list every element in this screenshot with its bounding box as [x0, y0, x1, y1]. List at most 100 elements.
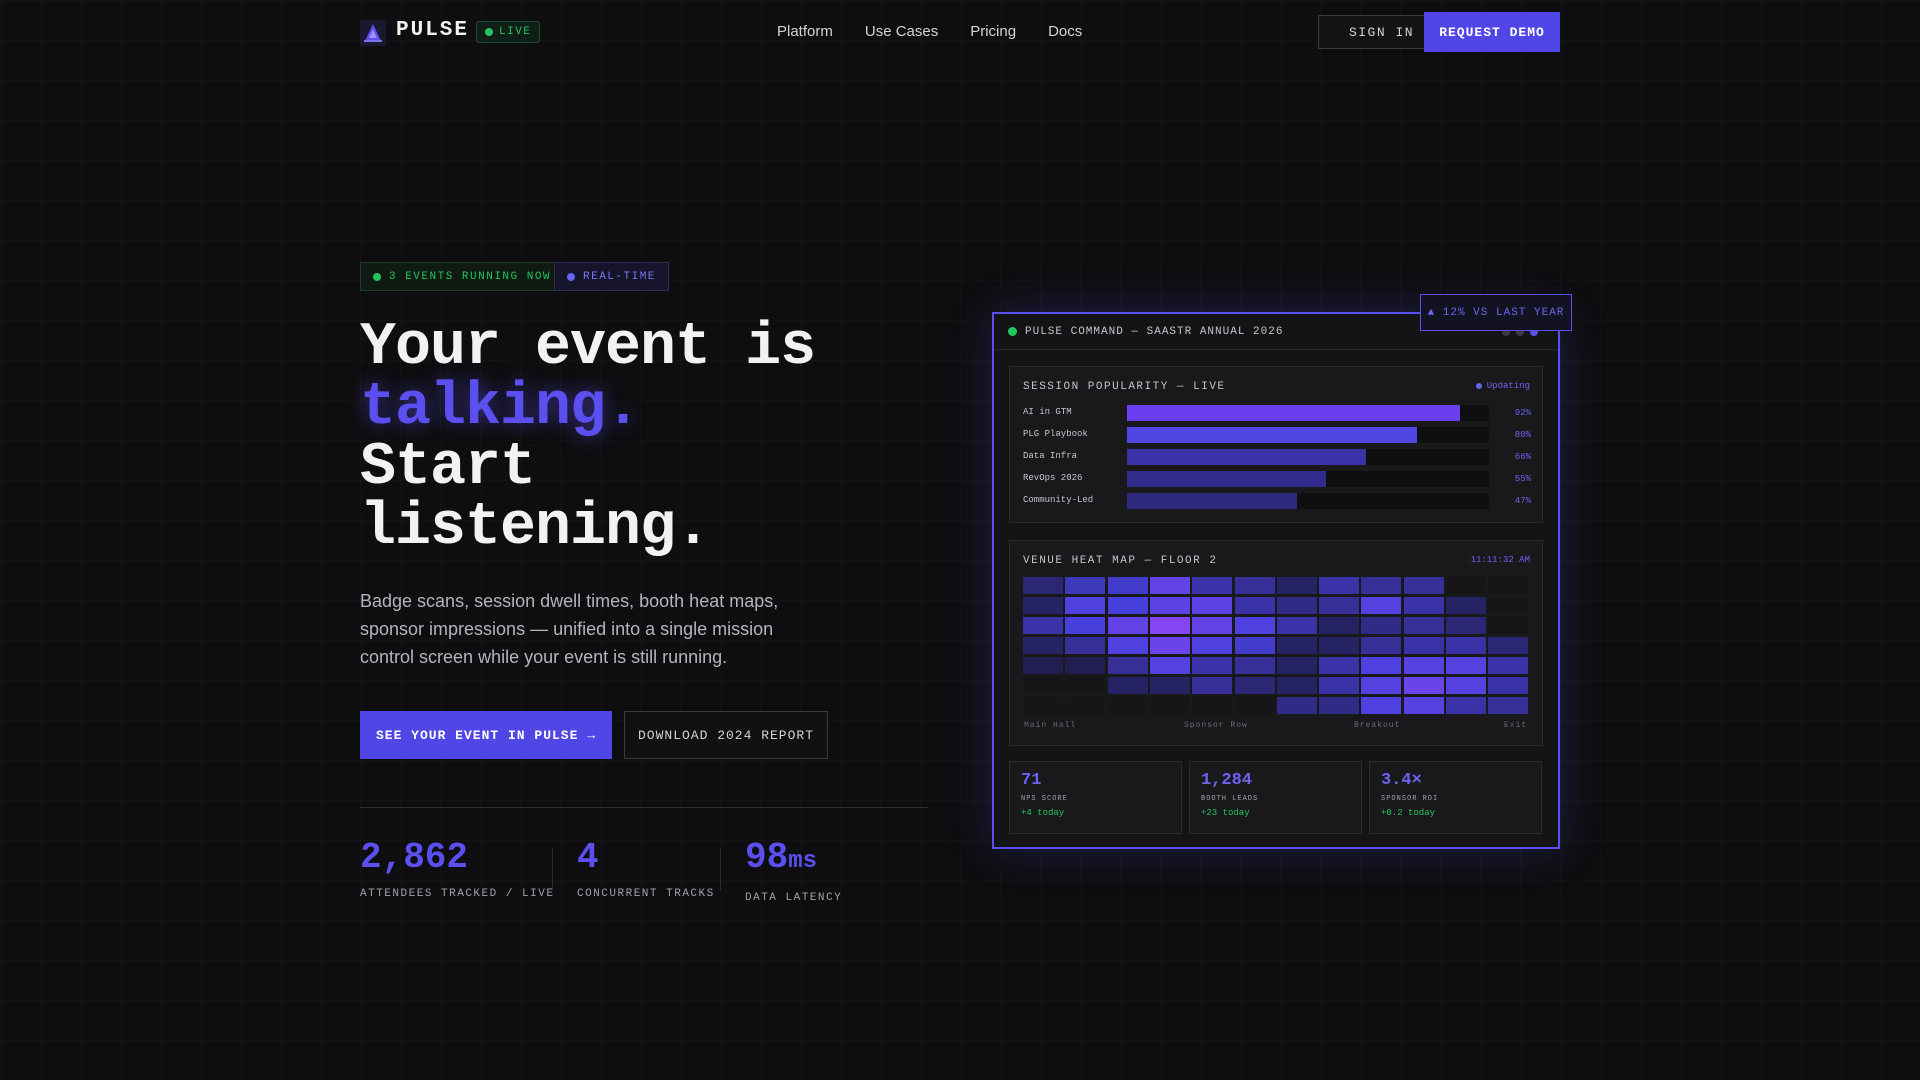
session-bar-row: PLG Playbook 80% [1023, 427, 1531, 443]
session-pct: 92% [1514, 408, 1531, 418]
stats-divider [360, 807, 928, 808]
heatmap-cell [1276, 597, 1317, 614]
download-report-button[interactable]: DOWNLOAD 2024 REPORT [624, 711, 828, 759]
sponsor-roi-label: SPONSOR ROI [1381, 795, 1439, 803]
heatmap-cell [1107, 697, 1148, 714]
heatmap-cell [1107, 637, 1148, 654]
heatmap-cell [1276, 577, 1317, 594]
headline-line-4: listening. [360, 494, 711, 562]
heatmap-cell [1446, 697, 1486, 714]
heatmap-cell [1149, 677, 1190, 694]
heatmap-cell [1065, 577, 1106, 594]
headline-line-3: Start [360, 434, 536, 502]
yoy-growth-badge: ▲ 12% VS LAST YEAR [1420, 294, 1572, 331]
heatmap-cell [1319, 577, 1360, 594]
nps-label: NPS SCORE [1021, 795, 1068, 803]
zone-label: Sponsor Row [1184, 721, 1248, 730]
heatmap-cell [1319, 597, 1360, 614]
sponsor-roi-card: 3.4× SPONSOR ROI +0.2 today [1369, 761, 1542, 834]
zone-label: Main Hall [1024, 721, 1077, 730]
heatmap-cell [1488, 637, 1529, 654]
nav-link-pricing[interactable]: Pricing [970, 23, 1016, 40]
heatmap-cell [1065, 657, 1106, 674]
nav-link-platform[interactable]: Platform [777, 23, 833, 40]
heatmap-cell [1403, 597, 1444, 614]
heatmap-cell [1446, 597, 1486, 614]
session-bar-track [1127, 493, 1489, 509]
heatmap-cell [1488, 597, 1529, 614]
session-pct: 80% [1514, 430, 1531, 440]
booth-leads-change: +23 today [1201, 808, 1250, 818]
heatmap-cell [1023, 617, 1063, 634]
heatmap-cell [1192, 577, 1233, 594]
heatmap-cell [1065, 597, 1106, 614]
stat-attendees-label: ATTENDEES TRACKED / LIVE [360, 888, 555, 900]
updating-indicator: Updating [1475, 381, 1530, 391]
stat-latency-value: 98 [745, 837, 789, 878]
stat-separator [720, 848, 721, 890]
heatmap-cell [1023, 597, 1063, 614]
heatmap-cell [1319, 677, 1360, 694]
stat-latency-unit: ms [788, 848, 818, 875]
session-bar-track [1127, 471, 1489, 487]
heatmap-cell [1192, 617, 1233, 634]
nav-links: Platform Use Cases Pricing Docs [777, 23, 1082, 40]
request-demo-button[interactable]: REQUEST DEMO [1424, 12, 1560, 52]
headline-accent: talking. [360, 374, 641, 442]
heatmap-cell [1361, 637, 1402, 654]
heatmap-cell [1234, 577, 1275, 594]
sponsor-roi-value: 3.4× [1381, 771, 1422, 790]
session-panel-title: SESSION POPULARITY — LIVE [1023, 381, 1226, 393]
realtime-label: REAL-TIME [583, 270, 656, 283]
booth-leads-value: 1,284 [1201, 771, 1253, 790]
live-dot-icon [485, 28, 493, 36]
session-bar-fill [1127, 405, 1461, 421]
see-event-button[interactable]: SEE YOUR EVENT IN PULSE → [360, 711, 612, 759]
heatmap-cell [1192, 677, 1233, 694]
heatmap-cell [1319, 657, 1360, 674]
session-label: PLG Playbook [1023, 429, 1088, 439]
heatmap-cell [1361, 697, 1402, 714]
heatmap-cell [1446, 577, 1486, 594]
heatmap-cell [1403, 577, 1444, 594]
session-bar-track [1127, 427, 1489, 443]
heatmap-cell [1234, 697, 1275, 714]
session-bar-fill [1127, 493, 1298, 509]
stat-attendees: 2,862 ATTENDEES TRACKED / LIVE [360, 837, 555, 901]
heatmap-cell [1446, 617, 1486, 634]
heatmap-cell [1403, 697, 1444, 714]
heatmap-cell [1234, 617, 1275, 634]
heatmap-cell [1361, 657, 1402, 674]
dashboard-title: PULSE COMMAND — SAASTR ANNUAL 2026 [1025, 325, 1284, 338]
heatmap-cell [1446, 657, 1486, 674]
nps-change: +4 today [1021, 808, 1065, 818]
heatmap-cell [1361, 617, 1402, 634]
updating-label: Updating [1486, 381, 1530, 391]
heatmap-cell [1488, 677, 1529, 694]
session-bar-row: Data Infra 66% [1023, 449, 1531, 465]
heatmap-cell [1023, 657, 1063, 674]
session-bar-row: RevOps 2026 55% [1023, 471, 1531, 487]
nav-link-use-cases[interactable]: Use Cases [865, 23, 938, 40]
brand-name[interactable]: PULSE [396, 19, 469, 42]
events-running-chip: 3 EVENTS RUNNING NOW [360, 262, 565, 291]
heatmap-cell [1403, 637, 1444, 654]
nav-link-docs[interactable]: Docs [1048, 23, 1082, 40]
heatmap-cell [1192, 657, 1233, 674]
heatmap-cell [1107, 657, 1148, 674]
heatmap-cell [1488, 657, 1529, 674]
session-bar-fill [1127, 427, 1417, 443]
session-bar-fill [1127, 471, 1327, 487]
heatmap-cell [1065, 637, 1106, 654]
nps-value: 71 [1021, 771, 1042, 790]
stat-attendees-value: 2,862 [360, 837, 469, 878]
heatmap-cell [1403, 657, 1444, 674]
pulse-logo-icon[interactable] [360, 20, 386, 46]
heatmap-cell [1149, 617, 1190, 634]
heatmap-cell [1319, 637, 1360, 654]
heatmap-cell [1361, 677, 1402, 694]
session-label: Community-Led [1023, 495, 1094, 505]
events-running-label: 3 EVENTS RUNNING NOW [389, 270, 552, 283]
heatmap-cell [1107, 677, 1148, 694]
heatmap-cell [1023, 577, 1063, 594]
